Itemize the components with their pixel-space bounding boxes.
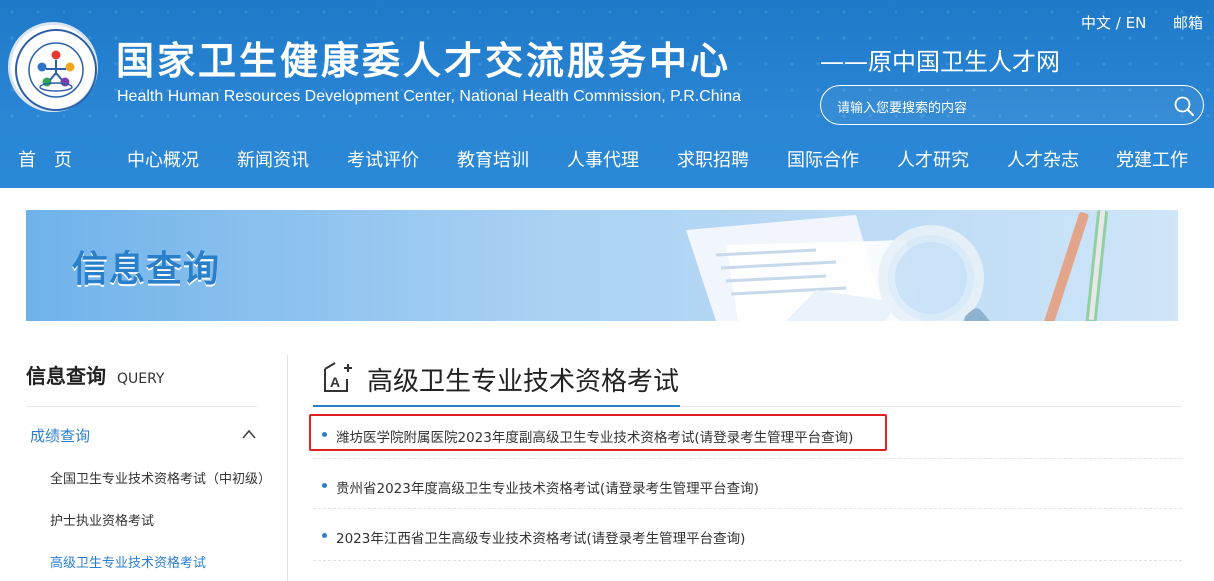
site-title: 国家卫生健康委人才交流服务中心 bbox=[116, 39, 732, 83]
sidebar-title: 信息查询 QUERY bbox=[26, 360, 164, 389]
nav-item-party[interactable]: 党建工作 bbox=[1116, 146, 1188, 172]
nav-item-international[interactable]: 国际合作 bbox=[787, 146, 859, 172]
sidebar-divider bbox=[26, 406, 257, 407]
organization-logo[interactable] bbox=[8, 22, 98, 112]
bullet-icon bbox=[322, 483, 327, 488]
bullet-icon bbox=[322, 533, 327, 538]
nav-item-jobs[interactable]: 求职招聘 bbox=[677, 146, 749, 172]
list-item-link[interactable]: 2023年江西省卫生高级专业技术资格考试(请登录考生管理平台查询) bbox=[336, 527, 745, 547]
nav-item-magazine[interactable]: 人才杂志 bbox=[1007, 146, 1079, 172]
sidebar-item-nurse-exam[interactable]: 护士执业资格考试 bbox=[50, 510, 154, 529]
list-item[interactable]: 贵州省2023年度高级卫生专业技术资格考试(请登录考生管理平台查询) bbox=[313, 471, 1182, 501]
main-nav: 首 页 中心概况 新闻资讯 考试评价 教育培训 人事代理 求职招聘 国际合作 人… bbox=[0, 140, 1214, 180]
search-input[interactable]: 请输入您要搜索的内容 bbox=[837, 97, 967, 116]
nav-item-personnel[interactable]: 人事代理 bbox=[567, 146, 639, 172]
banner-title: 信息查询 bbox=[72, 249, 221, 290]
mail-link[interactable]: 邮箱 bbox=[1173, 12, 1203, 33]
list-divider bbox=[313, 508, 1182, 509]
section-title-underline bbox=[313, 405, 680, 407]
search-box[interactable]: 请输入您要搜索的内容 bbox=[820, 85, 1204, 125]
sidebar-category-scores[interactable]: 成绩查询 bbox=[30, 425, 90, 446]
site-subtitle: ——原中国卫生人才网 bbox=[820, 48, 1060, 76]
nav-item-home[interactable]: 首 页 bbox=[18, 146, 72, 172]
nav-item-training[interactable]: 教育培训 bbox=[457, 146, 529, 172]
nav-item-exams[interactable]: 考试评价 bbox=[347, 146, 419, 172]
sidebar-title-text: 信息查询 bbox=[26, 364, 106, 388]
list-item[interactable]: 2023年江西省卫生高级专业技术资格考试(请登录考生管理平台查询) bbox=[313, 521, 1182, 551]
list-divider bbox=[313, 458, 1182, 459]
language-switch[interactable]: 中文 / EN bbox=[1081, 12, 1146, 33]
sidebar-separator bbox=[287, 355, 288, 581]
chevron-up-icon[interactable] bbox=[241, 428, 257, 440]
highlight-box bbox=[309, 414, 887, 451]
sidebar-item-national-exam[interactable]: 全国卫生专业技术资格考试（中初级） bbox=[50, 468, 271, 487]
nav-item-news[interactable]: 新闻资讯 bbox=[237, 146, 309, 172]
section-title: 高级卫生专业技术资格考试 bbox=[367, 367, 680, 397]
nav-item-about[interactable]: 中心概况 bbox=[127, 146, 199, 172]
organization-logo-icon bbox=[15, 29, 97, 111]
page-banner: 信息查询 bbox=[26, 210, 1178, 321]
nav-item-research[interactable]: 人才研究 bbox=[897, 146, 969, 172]
svg-text:A: A bbox=[330, 374, 340, 390]
sidebar-title-english: QUERY bbox=[116, 371, 165, 387]
sidebar-item-senior-exam[interactable]: 高级卫生专业技术资格考试 bbox=[50, 552, 206, 571]
grade-a-plus-icon: A bbox=[324, 362, 352, 392]
sidebar-category-label: 成绩查询 bbox=[30, 427, 91, 445]
site-title-english: Health Human Resources Development Cente… bbox=[117, 88, 741, 105]
list-divider bbox=[313, 560, 1182, 561]
site-header: 国家卫生健康委人才交流服务中心 Health Human Resources D… bbox=[0, 0, 1214, 188]
search-icon[interactable] bbox=[1173, 95, 1195, 117]
list-item-link[interactable]: 贵州省2023年度高级卫生专业技术资格考试(请登录考生管理平台查询) bbox=[336, 477, 759, 497]
